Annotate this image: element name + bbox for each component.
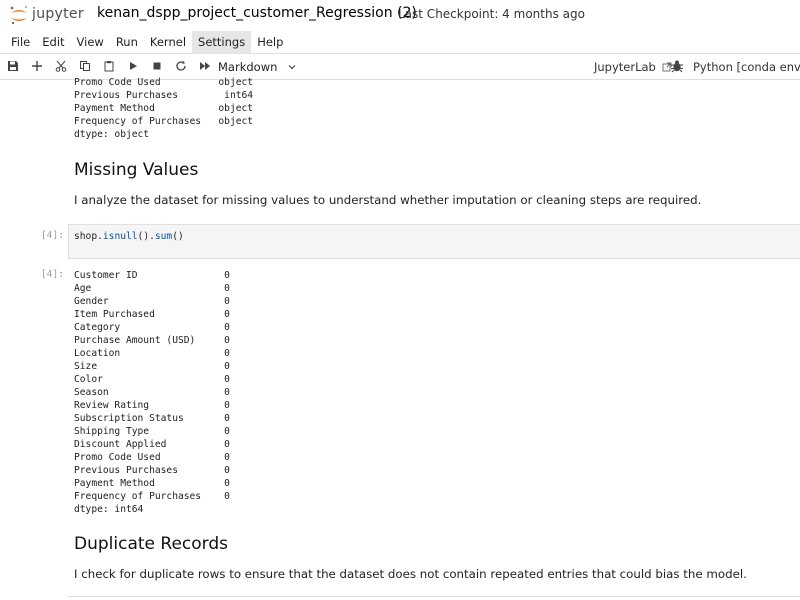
missing-values-paragraph: I analyze the dataset for missing values… bbox=[74, 193, 702, 207]
code-punct: (). bbox=[137, 231, 155, 242]
restart-icon[interactable] bbox=[173, 58, 189, 74]
code-editor[interactable]: shop.isnull().sum() bbox=[74, 230, 184, 243]
code-cell-isnull[interactable]: shop.isnull().sum() bbox=[68, 224, 800, 259]
debugger-bug-icon[interactable] bbox=[670, 59, 684, 73]
cell-divider bbox=[68, 596, 800, 597]
duplicate-records-heading: Duplicate Records bbox=[74, 534, 228, 554]
code-object: shop. bbox=[74, 231, 103, 242]
menu-kernel[interactable]: Kernel bbox=[144, 31, 192, 54]
kernel-name[interactable]: Python [conda env:bas bbox=[693, 60, 800, 74]
code-method-isnull: isnull bbox=[102, 231, 138, 242]
logo-text: jupyter bbox=[32, 6, 84, 22]
save-icon[interactable] bbox=[5, 58, 21, 74]
paste-icon[interactable] bbox=[101, 58, 117, 74]
copy-icon[interactable] bbox=[77, 58, 93, 74]
menu-file[interactable]: File bbox=[5, 31, 36, 54]
cell-type-value: Markdown bbox=[218, 60, 278, 74]
run-all-icon[interactable] bbox=[197, 58, 213, 74]
dtypes-output-tail: Promo Code Used object Previous Purchase… bbox=[74, 77, 254, 140]
top-header: jupyter kenan_dspp_project_customer_Regr… bbox=[0, 0, 800, 30]
notebook-title[interactable]: kenan_dspp_project_customer_Regression (… bbox=[97, 5, 417, 21]
checkpoint-status: Last Checkpoint: 4 months ago bbox=[398, 7, 585, 21]
jupyterlab-label: JupyterLab bbox=[594, 60, 656, 74]
menu-help[interactable]: Help bbox=[251, 31, 289, 54]
jupyter-logo[interactable]: jupyter bbox=[8, 4, 88, 26]
cut-icon[interactable] bbox=[53, 58, 69, 74]
cell-type-dropdown[interactable]: Markdown bbox=[218, 57, 297, 77]
chevron-down-icon bbox=[288, 65, 296, 70]
menu-view[interactable]: View bbox=[71, 31, 110, 54]
add-cell-icon[interactable] bbox=[29, 58, 45, 74]
output-prompt: [4]: bbox=[40, 269, 64, 280]
menu-run[interactable]: Run bbox=[110, 31, 144, 54]
menu-bar: File Edit View Run Kernel Settings Help bbox=[0, 30, 800, 54]
menu-edit[interactable]: Edit bbox=[36, 31, 70, 54]
open-jupyterlab-link[interactable]: JupyterLab bbox=[594, 60, 672, 74]
stop-icon[interactable] bbox=[149, 58, 165, 74]
code-punct-end: () bbox=[172, 231, 184, 242]
duplicate-records-paragraph: I check for duplicate rows to ensure tha… bbox=[74, 567, 747, 581]
isnull-output: Customer ID 0 Age 0 Gender 0 Item Purcha… bbox=[74, 270, 230, 515]
code-method-sum: sum bbox=[154, 231, 173, 242]
input-prompt: [4]: bbox=[40, 230, 64, 241]
menu-settings[interactable]: Settings bbox=[192, 30, 252, 54]
run-icon[interactable] bbox=[125, 58, 141, 74]
jupyter-logo-icon bbox=[10, 6, 27, 25]
missing-values-heading: Missing Values bbox=[74, 160, 199, 180]
